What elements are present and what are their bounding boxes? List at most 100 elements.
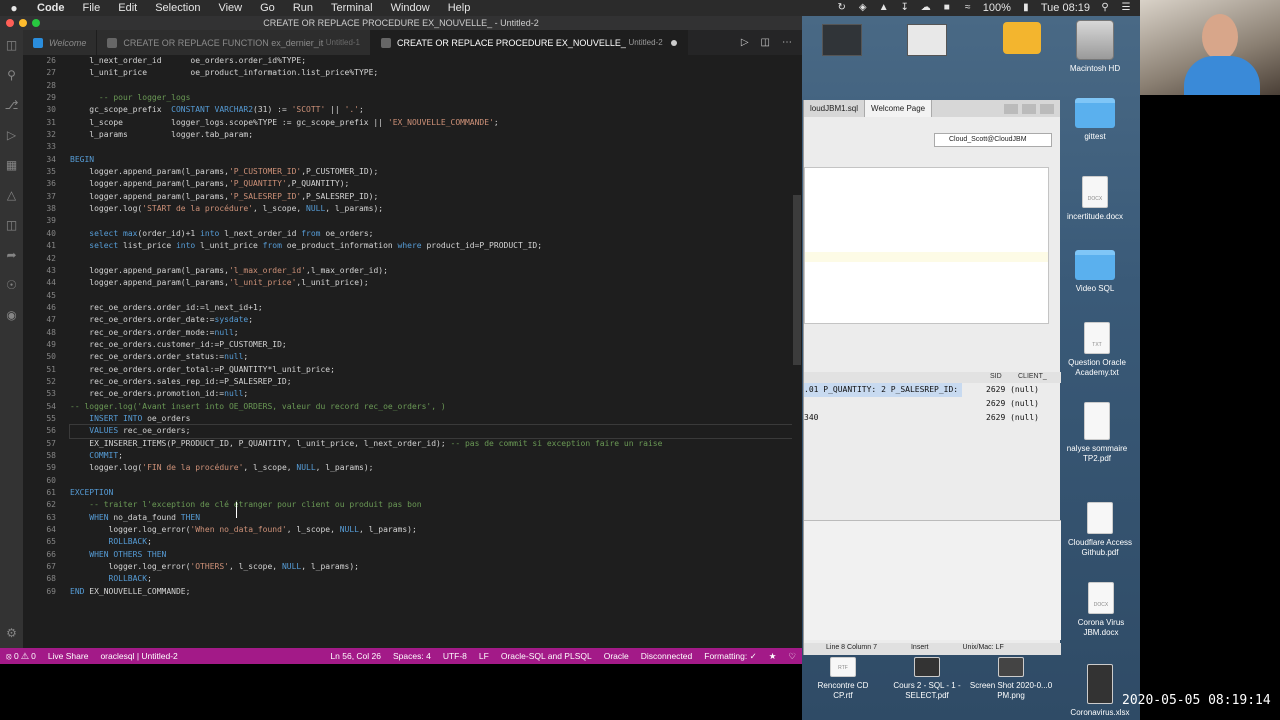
sqldev-tab-welcome[interactable]: Welcome Page xyxy=(865,100,933,117)
code-line[interactable]: l_unit_price oe_product_information.list… xyxy=(70,67,800,79)
oracle-status[interactable]: Oracle xyxy=(598,651,635,662)
code-lines[interactable]: l_next_order_id oe_orders.order_id%TYPE;… xyxy=(69,55,801,598)
formatting-status[interactable]: Formatting: ✓ xyxy=(698,651,762,662)
end-of-line[interactable]: LF xyxy=(473,651,495,662)
encoding[interactable]: UTF-8 xyxy=(437,651,473,662)
code-line[interactable]: WHEN OTHERS THEN xyxy=(70,549,800,561)
test-flask-icon[interactable]: △ xyxy=(0,180,23,210)
code-line[interactable]: logger.append_param(l_params,'P_SALESREP… xyxy=(70,191,800,203)
desktop-icon-macintosh-hd[interactable]: Macintosh HD xyxy=(1064,20,1126,74)
code-line[interactable]: logger.append_param(l_params,'l_unit_pri… xyxy=(70,277,800,289)
database-icon[interactable]: ◫ xyxy=(0,210,23,240)
desktop-icon-drive[interactable] xyxy=(1002,22,1042,58)
code-line[interactable]: rec_oe_orders.promotion_id:=null; xyxy=(70,388,800,400)
tab-next-icon[interactable] xyxy=(1022,103,1036,114)
sqldev-tab-worksheet[interactable]: loudJBM1.sql xyxy=(804,100,866,117)
code-line[interactable]: INSERT INTO oe_orders xyxy=(70,413,800,425)
code-line[interactable]: rec_oe_orders.sales_rep_id:=P_SALESREP_I… xyxy=(70,376,800,388)
code-line[interactable] xyxy=(70,215,800,227)
split-editor-icon[interactable]: ◫ xyxy=(761,37,770,48)
code-line[interactable] xyxy=(70,290,800,302)
sync-icon[interactable]: ↻ xyxy=(836,3,848,13)
notifications-bell-icon[interactable]: ♡ xyxy=(782,651,802,662)
extensions-icon[interactable]: ▦ xyxy=(0,150,23,180)
code-editor[interactable]: 26 27 28 29 30 31 32 33 34 35 36 37 38 39 40 41 42 43 44 45… xyxy=(23,55,802,654)
source-control-icon[interactable]: ⎇ xyxy=(0,90,23,120)
code-line[interactable]: rec_oe_orders.order_date:=sysdate; xyxy=(70,314,800,326)
code-line[interactable]: VALUES rec_oe_orders; xyxy=(69,424,801,439)
code-line[interactable]: -- traiter l'exception de clé étranger p… xyxy=(70,499,800,511)
more-actions-icon[interactable]: ⋯ xyxy=(782,37,792,48)
menu-terminal[interactable]: Terminal xyxy=(322,2,382,14)
code-line[interactable]: logger.append_param(l_params,'P_CUSTOMER… xyxy=(70,166,800,178)
desktop-icon-coronavirus-xlsx[interactable]: Coronavirus.xlsx xyxy=(1060,664,1140,718)
desktop-icon-cours-2[interactable]: Cours 2 - SQL - 1 - SELECT.pdf xyxy=(882,657,972,701)
minimize-window-icon[interactable] xyxy=(19,19,27,27)
tab-untitled-1[interactable]: CREATE OR REPLACE FUNCTION ex_dernier_it… xyxy=(97,30,372,55)
code-line[interactable]: EX_INSERER_ITEMS(P_PRODUCT_ID, P_QUANTIT… xyxy=(70,438,800,450)
shield-icon[interactable]: ▲ xyxy=(878,3,890,13)
scrollbar-thumb[interactable] xyxy=(793,195,801,365)
explorer-icon[interactable]: ◫ xyxy=(0,30,23,60)
menu-selection[interactable]: Selection xyxy=(146,2,209,14)
code-line[interactable]: COMMIT; xyxy=(70,450,800,462)
code-line[interactable]: logger.log('FIN de la procédure', l_scop… xyxy=(70,462,800,474)
connection-selector[interactable]: Cloud_Scott@CloudJBM xyxy=(934,133,1052,147)
code-line[interactable]: logger.log('START de la procédure', l_sc… xyxy=(70,203,800,215)
code-line[interactable]: select list_price into l_unit_price from… xyxy=(70,240,800,252)
battery-icon[interactable]: ▮ xyxy=(1020,3,1032,13)
tab-prev-icon[interactable] xyxy=(1004,103,1018,114)
run-icon[interactable]: ▷ xyxy=(741,37,749,48)
code-line[interactable]: -- pour logger_logs xyxy=(70,92,800,104)
desktop-icon-cloudflare[interactable]: Cloudflare Access Github.pdf xyxy=(1062,502,1138,558)
code-line[interactable]: l_params logger.tab_param; xyxy=(70,129,800,141)
db-connection-status[interactable]: oraclesql | Untitled-2 xyxy=(94,651,183,661)
disconnected-status[interactable]: Disconnected xyxy=(635,651,699,662)
code-line[interactable]: logger.append_param(l_params,'P_QUANTITY… xyxy=(70,178,800,190)
language-mode[interactable]: Oracle-SQL and PLSQL xyxy=(495,651,598,662)
desktop-icon-rencontre[interactable]: RTF Rencontre CD CP.rtf xyxy=(810,657,876,701)
apple-menu-icon[interactable]: ● xyxy=(0,1,28,15)
result-row[interactable]: 2629 (null) xyxy=(804,397,1061,411)
code-line[interactable]: ROLLBACK; xyxy=(70,573,800,585)
desktop-icon-gittest[interactable]: gittest xyxy=(1064,98,1126,142)
wifi-icon[interactable]: ≈ xyxy=(962,3,974,13)
code-line[interactable]: EXCEPTION xyxy=(70,487,800,499)
live-share-icon[interactable]: ➦ xyxy=(0,240,23,270)
editor-scrollbar[interactable] xyxy=(792,55,802,654)
code-line[interactable]: -- logger.log('Avant insert into OE_ORDE… xyxy=(70,401,800,413)
tab-list-icon[interactable] xyxy=(1040,103,1054,114)
menu-code[interactable]: Code xyxy=(28,2,74,14)
spotlight-search-icon[interactable]: ⚲ xyxy=(1099,3,1111,13)
menu-window[interactable]: Window xyxy=(382,2,439,14)
desktop-window-thumbnail-1[interactable] xyxy=(822,24,862,56)
code-line[interactable]: END EX_NOUVELLE_COMMANDE; xyxy=(70,586,800,598)
code-line[interactable] xyxy=(70,475,800,487)
search-icon[interactable]: ⚲ xyxy=(0,60,23,90)
code-line[interactable]: WHEN no_data_found THEN xyxy=(70,512,800,524)
code-line[interactable]: l_scope logger_logs.scope%TYPE := gc_sco… xyxy=(70,117,800,129)
code-line[interactable]: rec_oe_orders.order_mode:=null; xyxy=(70,327,800,339)
run-debug-icon[interactable]: ▷ xyxy=(0,120,23,150)
live-share-button[interactable]: Live Share xyxy=(42,651,95,661)
desktop-icon-incertitude[interactable]: DOCX incertitude.docx xyxy=(1062,176,1128,222)
column-header-sid[interactable]: SID xyxy=(990,373,1002,380)
menu-file[interactable]: File xyxy=(74,2,110,14)
desktop-icon-video-sql[interactable]: Video SQL xyxy=(1064,250,1126,294)
code-line[interactable]: select max(order_id)+1 into l_next_order… xyxy=(70,228,800,240)
unsaved-dot-icon[interactable] xyxy=(670,39,677,46)
desktop-icon-analyse-tp2[interactable]: nalyse sommaire TP2.pdf xyxy=(1062,402,1132,464)
code-line[interactable]: l_next_order_id oe_orders.order_id%TYPE; xyxy=(70,55,800,67)
code-line[interactable] xyxy=(70,141,800,153)
code-line[interactable]: rec_oe_orders.customer_id:=P_CUSTOMER_ID… xyxy=(70,339,800,351)
dropbox-icon[interactable]: ◈ xyxy=(857,3,869,13)
tab-welcome[interactable]: Welcome xyxy=(23,30,98,55)
result-row[interactable]: .01 P_QUANTITY: 2 P_SALESREP_ID: 2629 (n… xyxy=(804,383,1061,397)
code-line[interactable]: logger.log_error('When no_data_found', l… xyxy=(70,524,800,536)
code-line[interactable]: rec_oe_orders.order_total:=P_QUANTITY*l_… xyxy=(70,364,800,376)
download-icon[interactable]: ↧ xyxy=(899,3,911,13)
code-line[interactable]: rec_oe_orders.order_id:=l_next_id+1; xyxy=(70,302,800,314)
desktop-icon-screenshot[interactable]: Screen Shot 2020-0...0 PM.png xyxy=(968,657,1054,701)
indentation[interactable]: Spaces: 4 xyxy=(387,651,437,662)
column-header-client[interactable]: CLIENT_ xyxy=(1018,373,1047,380)
